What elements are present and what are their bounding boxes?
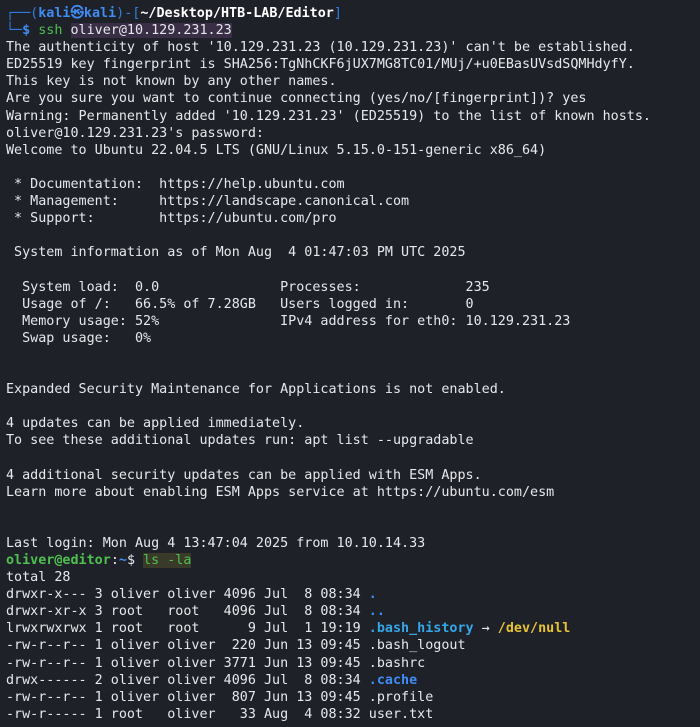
output-line: Are you sure you want to continue connec… (6, 91, 587, 107)
file-meta: -rw-r--r-- 1 oliver oliver 807 Jun 13 09… (6, 689, 369, 705)
remote-prompt-separator: : (110, 553, 119, 568)
output-line: * Management: https://landscape.canonica… (6, 194, 410, 210)
remote-prompt-path: ~ (118, 553, 127, 568)
prompt-frame-bottom: └─ (6, 23, 23, 39)
output-line: System information as of Mon Aug 4 01:47… (6, 245, 466, 261)
output-line: Memory usage: 52% IPv4 address for eth0:… (6, 313, 571, 329)
symlink-arrow: → (473, 621, 498, 637)
file-meta: lrwxrwxrwx 1 root root 9 Jul 1 19:19 (6, 621, 369, 637)
file-meta: drwx------ 2 oliver oliver 4096 Jul 8 08… (6, 672, 369, 688)
output-line: oliver@10.129.231.23's password: (6, 125, 264, 141)
file-name: user.txt (368, 706, 434, 722)
ls-row: drwxr-xr-x 3 root root 4096 Jul 8 08:34 … (6, 603, 700, 620)
prompt-bracket-end: ] (333, 6, 342, 21)
prompt-path: ~/Desktop/HTB-LAB/Editor (140, 6, 334, 21)
ssh-command: ssh (38, 23, 63, 39)
file-name: . (368, 587, 377, 603)
output-line: 4 additional security updates can be app… (6, 467, 482, 483)
ls-command: ls -la (143, 553, 192, 568)
prompt-bracket: )-[ (116, 6, 141, 21)
ls-total: total 28 (6, 570, 71, 586)
output-line: ED25519 key fingerprint is SHA256:TgNhCK… (6, 57, 635, 73)
ls-listing: drwxr-x--- 3 oliver oliver 4096 Jul 8 08… (6, 586, 700, 723)
ls-row: -rw-r--r-- 1 oliver oliver 807 Jun 13 09… (6, 689, 700, 706)
output-line: Expanded Security Maintenance for Applic… (6, 382, 506, 398)
output-line: This key is not known by any other names… (6, 74, 337, 90)
ls-row: -rw-r----- 1 root oliver 33 Aug 4 08:32 … (6, 706, 700, 723)
output-line: * Documentation: https://help.ubuntu.com (6, 176, 345, 192)
output-line: 4 updates can be applied immediately. (6, 416, 305, 432)
ls-row: lrwxrwxrwx 1 root root 9 Jul 1 19:19 .ba… (6, 620, 700, 637)
output-line: System load: 0.0 Processes: 235 (6, 279, 490, 295)
output-line: Usage of /: 66.5% of 7.28GB Users logged… (6, 296, 474, 312)
kali-prompt-line-2[interactable]: └─$ ssh oliver@10.129.231.23 (6, 22, 700, 39)
output-line: The authenticity of host '10.129.231.23 … (6, 40, 635, 56)
prompt-frame-top: ┌──( (6, 6, 39, 21)
ls-row: drwxr-x--- 3 oliver oliver 4096 Jul 8 08… (6, 586, 700, 603)
file-meta: -rw-r--r-- 1 oliver oliver 3771 Jun 13 0… (6, 655, 369, 671)
output-line: * Support: https://ubuntu.com/pro (6, 211, 337, 227)
ls-row: -rw-r--r-- 1 oliver oliver 3771 Jun 13 0… (6, 655, 700, 672)
output-line: Last login: Mon Aug 4 13:47:04 2025 from… (6, 535, 426, 551)
ssh-session-output: The authenticity of host '10.129.231.23 … (6, 39, 700, 552)
file-meta: -rw-r----- 1 root oliver 33 Aug 4 08:32 (6, 706, 369, 722)
ls-row: drwx------ 2 oliver oliver 4096 Jul 8 08… (6, 672, 700, 689)
file-name: .. (368, 604, 385, 620)
file-name: .bash_logout (368, 638, 466, 654)
output-line: Learn more about enabling ESM Apps servi… (6, 484, 555, 500)
file-meta: -rw-r--r-- 1 oliver oliver 220 Jun 13 09… (6, 638, 369, 654)
terminal-window[interactable]: ┌──(kali㉿kali)-[~/Desktop/HTB-LAB/Editor… (0, 0, 700, 727)
file-meta: drwxr-xr-x 3 root root 4096 Jul 8 08:34 (6, 604, 369, 620)
file-name: .profile (368, 689, 434, 705)
file-name: .bash_history (368, 621, 474, 637)
output-line: Warning: Permanently added '10.129.231.2… (6, 108, 651, 124)
file-name: .cache (368, 672, 418, 688)
remote-prompt-line[interactable]: oliver@editor:~$ ls -la (6, 552, 700, 569)
output-line: Swap usage: 0% (6, 330, 152, 346)
symlink-target: /dev/null (497, 621, 571, 637)
prompt-dollar: $ (22, 23, 31, 39)
remote-user-host: oliver@editor (6, 553, 111, 568)
output-line: To see these additional updates run: apt… (6, 433, 474, 449)
prompt-user-host: kali㉿kali (38, 6, 117, 21)
output-line: Welcome to Ubuntu 22.04.5 LTS (GNU/Linux… (6, 142, 547, 158)
ls-row: -rw-r--r-- 1 oliver oliver 220 Jun 13 09… (6, 637, 700, 654)
ssh-target-argument: oliver@10.129.231.23 (70, 23, 232, 39)
remote-prompt-dollar: $ (126, 553, 135, 568)
kali-prompt-line-1: ┌──(kali㉿kali)-[~/Desktop/HTB-LAB/Editor… (6, 5, 700, 22)
file-name: .bashrc (368, 655, 426, 671)
file-meta: drwxr-x--- 3 oliver oliver 4096 Jul 8 08… (6, 587, 369, 603)
